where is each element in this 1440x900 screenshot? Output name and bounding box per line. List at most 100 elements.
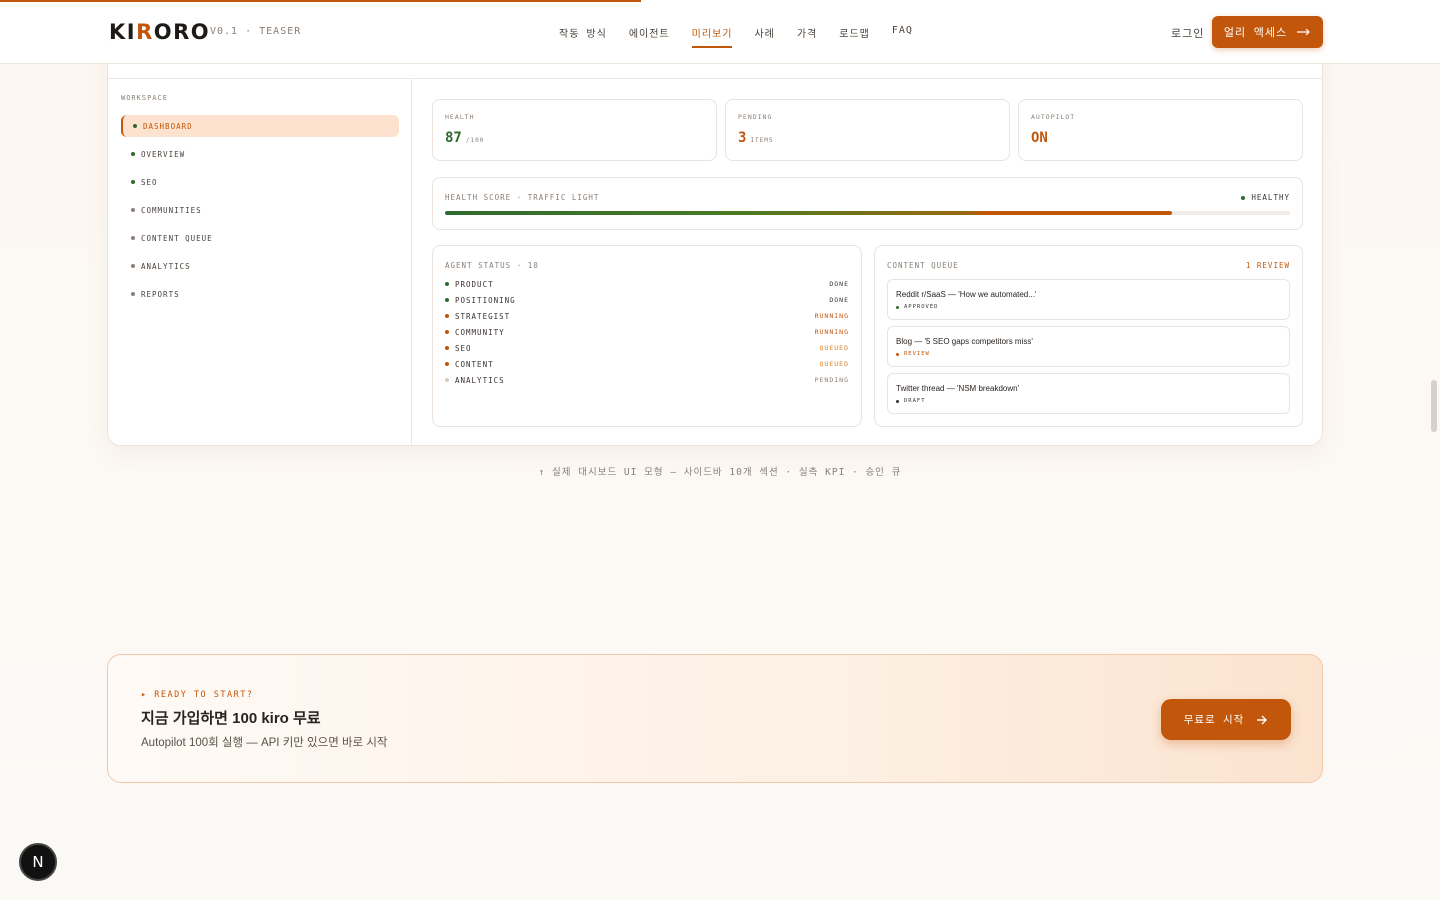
agent-name: SEO: [455, 343, 472, 353]
bullet-icon: [131, 208, 135, 212]
queue-item[interactable]: Reddit r/SaaS — 'How we automated...' APP…: [887, 279, 1290, 320]
nav-item-pricing[interactable]: 가격: [797, 25, 817, 46]
agent-row: ANALYTICS PENDING: [445, 374, 849, 386]
stat-value: 3 ITEMS: [738, 130, 774, 146]
queue-item-status: DRAFT: [896, 398, 926, 404]
arrow-right-icon: [1297, 28, 1310, 36]
agent-status-card: AGENT STATUS · 10 PRODUCT DONE POSITIONING…: [432, 245, 862, 427]
health-score-track: [445, 211, 1290, 215]
status-dot-icon: [445, 362, 449, 366]
agent-row: POSITIONING DONE: [445, 294, 849, 306]
cta-title: 지금 가입하면 100 kiro 무료: [141, 710, 321, 727]
content-queue-label: CONTENT QUEUE: [887, 261, 959, 270]
agent-row: COMMUNITY RUNNING: [445, 326, 849, 338]
dashboard-caption: ↑ 실제 대시보드 UI 모형 — 사이드바 10개 섹션 · 실측 KPI ·…: [538, 467, 902, 478]
agent-name: ANALYTICS: [455, 375, 505, 385]
cta-subtitle: Autopilot 100회 실행 — API 키만 있으면 바로 시작: [141, 737, 388, 749]
status-dot-icon: [896, 305, 899, 309]
main-nav: 작동 방식 에이전트 미리보기 사례 가격 로드맵 FAQ: [559, 25, 935, 48]
status-dot-icon: [445, 330, 449, 334]
stat-value: ON: [1031, 130, 1048, 146]
start-free-label: 무료로 시작: [1183, 714, 1245, 726]
agent-status: RUNNING: [814, 328, 849, 336]
sidebar-item-content-queue[interactable]: CONTENT QUEUE: [121, 227, 399, 249]
stat-label: HEALTH: [445, 113, 475, 121]
site-header: KIRORO V0.1 · TEASER 작동 방식 에이전트 미리보기 사례 …: [0, 0, 1440, 64]
status-dot-icon: [445, 378, 449, 382]
cta-eyebrow: ▸ READY TO START?: [141, 690, 254, 700]
health-score-card: HEALTH SCORE · TRAFFIC LIGHT HEALTHY: [432, 177, 1303, 230]
agent-row: PRODUCT DONE: [445, 278, 849, 290]
content-queue-card: CONTENT QUEUE 1 REVIEW Reddit r/SaaS — '…: [874, 245, 1303, 427]
dashboard-sidebar: WORKSPACE DASHBOARD OVERVIEW SEO COMMUNI…: [108, 79, 412, 445]
sidebar-item-dashboard[interactable]: DASHBOARD: [121, 115, 399, 137]
sidebar-item-analytics[interactable]: ANALYTICS: [121, 255, 399, 277]
health-status: HEALTHY: [1241, 193, 1290, 202]
nav-item-preview[interactable]: 미리보기: [691, 25, 733, 48]
agent-status-label: AGENT STATUS · 10: [445, 261, 539, 270]
sidebar-item-reports[interactable]: REPORTS: [121, 283, 399, 305]
agent-row: SEO QUEUED: [445, 342, 849, 354]
page-scrollbar[interactable]: [1431, 380, 1437, 432]
early-access-button[interactable]: 얼리 액세스: [1212, 16, 1323, 48]
queue-item-title: Reddit r/SaaS — 'How we automated...': [896, 290, 1037, 299]
queue-item-status: REVIEW: [896, 351, 930, 357]
agent-name: POSITIONING: [455, 295, 516, 305]
stat-value: 87/100: [445, 130, 485, 146]
status-dot-icon: [1241, 195, 1246, 200]
status-dot-icon: [896, 399, 899, 403]
stat-card-health: HEALTH 87/100: [432, 99, 717, 161]
bullet-icon: [131, 236, 135, 240]
agent-name: CONTENT: [455, 359, 494, 369]
stat-card-pending: PENDING 3 ITEMS: [725, 99, 1010, 161]
status-dot-icon: [896, 352, 899, 356]
stat-card-autopilot: AUTOPILOT ON: [1018, 99, 1303, 161]
queue-item[interactable]: Twitter thread — 'NSM breakdown' DRAFT: [887, 373, 1290, 414]
status-dot-icon: [445, 282, 449, 286]
status-dot-icon: [445, 314, 449, 318]
sidebar-item-seo[interactable]: SEO: [121, 171, 399, 193]
health-score-label: HEALTH SCORE · TRAFFIC LIGHT: [445, 193, 600, 202]
nav-item-roadmap[interactable]: 로드맵: [839, 25, 870, 46]
sidebar-item-communities[interactable]: COMMUNITIES: [121, 199, 399, 221]
nav-item-faq[interactable]: FAQ: [892, 25, 913, 46]
early-access-label: 얼리 액세스: [1223, 26, 1288, 39]
agent-status: PENDING: [814, 376, 849, 384]
queue-item-status: APPROVED: [896, 304, 939, 310]
queue-item-title: Blog — '5 SEO gaps competitors miss': [896, 337, 1033, 346]
nav-item-agents[interactable]: 에이전트: [629, 25, 670, 46]
queue-item[interactable]: Blog — '5 SEO gaps competitors miss' REVI…: [887, 326, 1290, 367]
agent-status: RUNNING: [814, 312, 849, 320]
agent-name: STRATEGIST: [455, 311, 511, 321]
signup-cta-section: ▸ READY TO START? 지금 가입하면 100 kiro 무료 Au…: [107, 654, 1323, 783]
agent-status: QUEUED: [819, 344, 849, 352]
bullet-icon: [133, 124, 137, 128]
stat-label: PENDING: [738, 113, 773, 121]
start-free-button[interactable]: 무료로 시작: [1161, 699, 1291, 740]
bullet-icon: [131, 264, 135, 268]
arrow-right-icon: [1257, 715, 1268, 724]
agent-status: DONE: [829, 296, 849, 304]
nav-item-how-it-works[interactable]: 작동 방식: [559, 25, 607, 46]
bullet-icon: [131, 152, 135, 156]
bullet-icon: [131, 292, 135, 296]
status-dot-icon: [445, 298, 449, 302]
queue-item-title: Twitter thread — 'NSM breakdown': [896, 384, 1020, 393]
agent-status: DONE: [829, 280, 849, 288]
login-link[interactable]: 로그인: [1171, 25, 1204, 41]
review-count-badge[interactable]: 1 REVIEW: [1246, 261, 1290, 270]
status-dot-icon: [445, 346, 449, 350]
nextjs-dev-badge[interactable]: N: [19, 843, 57, 881]
bullet-icon: [131, 180, 135, 184]
agent-name: PRODUCT: [455, 279, 494, 289]
agent-row: STRATEGIST RUNNING: [445, 310, 849, 322]
workspace-label: WORKSPACE: [121, 94, 168, 102]
sidebar-item-overview[interactable]: OVERVIEW: [121, 143, 399, 165]
agent-name: COMMUNITY: [455, 327, 505, 337]
logo[interactable]: KIRORO: [109, 20, 210, 44]
nav-item-cases[interactable]: 사례: [754, 25, 774, 46]
agent-row: CONTENT QUEUED: [445, 358, 849, 370]
agent-status: QUEUED: [819, 360, 849, 368]
health-score-fill: [445, 211, 1172, 215]
scroll-progress-bar: [0, 0, 641, 2]
